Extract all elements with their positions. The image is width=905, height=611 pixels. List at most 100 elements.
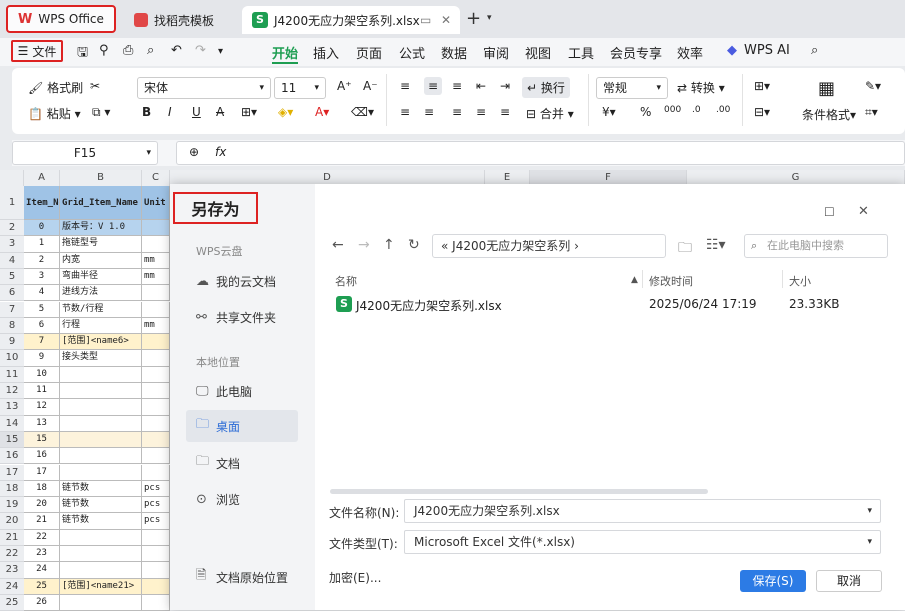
number-format-select[interactable]: 常规 ▾ (596, 77, 668, 99)
horizontal-scrollbar[interactable] (330, 489, 708, 494)
row-header[interactable]: 19 (0, 497, 24, 514)
table-cell[interactable]: 5 (24, 301, 60, 318)
table-cell[interactable] (142, 431, 170, 449)
row-header[interactable]: 20 (0, 513, 24, 530)
row-header[interactable]: 24 (0, 578, 24, 595)
table-cell[interactable] (142, 366, 170, 383)
table-cell[interactable] (60, 448, 142, 465)
table-cell[interactable]: 12 (24, 399, 60, 416)
table-cell[interactable] (142, 285, 170, 302)
font-size-select[interactable]: 11 ▾ (274, 77, 326, 99)
table-cell[interactable]: 22 (24, 529, 60, 546)
conditional-format-icon[interactable]: ▦ (818, 78, 835, 99)
table-cell[interactable] (60, 399, 142, 416)
view-mode-icon[interactable]: ☷▾ (706, 237, 726, 253)
table-cell[interactable]: mm (142, 252, 170, 269)
table-cell[interactable]: 4 (24, 285, 60, 302)
name-box[interactable]: F15 ▾ (12, 141, 158, 165)
table-cell[interactable]: 链节数 (60, 480, 142, 498)
row-header[interactable]: 25 (0, 594, 24, 611)
underline-icon[interactable]: U (192, 105, 201, 119)
table-cell[interactable]: 行程 (60, 317, 142, 335)
tab-efficiency[interactable]: 效率 (677, 43, 703, 62)
align-left-icon[interactable]: ≡ (400, 105, 410, 119)
cancel-button[interactable]: 取消 (816, 570, 882, 592)
table-cell[interactable] (142, 464, 170, 481)
outdent-icon[interactable]: ⇤ (476, 79, 486, 93)
row-header[interactable]: 3 (0, 236, 24, 253)
print-icon[interactable]: ⎙ (123, 43, 133, 58)
window-icon[interactable]: ▭ (420, 13, 431, 27)
sidebar-item-original-location[interactable]: 🗎 文档原始位置 (186, 561, 310, 593)
convert-button[interactable]: ⇄ 转换 ▾ (677, 79, 725, 96)
table-cell[interactable]: 21 (24, 513, 60, 530)
copy-icon[interactable]: ⧉ ▾ (92, 105, 110, 120)
table-cell[interactable] (142, 415, 170, 432)
cell-style-icon[interactable]: ⊟▾ (754, 105, 770, 119)
up-icon[interactable]: ↑ (383, 237, 395, 253)
align-center-icon[interactable]: ≡ (424, 105, 434, 119)
column-name[interactable]: 名称 (335, 273, 357, 289)
format-painter-button[interactable]: 🖌 格式刷 (28, 79, 83, 96)
align-top-icon[interactable]: ≡ (400, 79, 410, 93)
table-cell[interactable] (142, 301, 170, 318)
table-cell[interactable]: 链节数 (60, 497, 142, 514)
table-cell[interactable]: 拖链型号 (60, 236, 142, 253)
table-cell[interactable]: [范围]<name6> (60, 334, 142, 351)
table-cell[interactable]: 15 (24, 431, 60, 449)
formula-input[interactable]: ⊕ fx (176, 141, 905, 165)
corner-cell[interactable] (0, 170, 24, 186)
new-folder-icon[interactable]: 🗀 (678, 237, 692, 261)
table-cell[interactable] (142, 562, 170, 579)
table-cell[interactable]: 20 (24, 497, 60, 514)
save-button[interactable]: 保存(S) (740, 570, 806, 592)
path-breadcrumb[interactable]: « J4200无应力架空系列 › (432, 234, 666, 258)
table-cell[interactable]: mm (142, 317, 170, 335)
tab-wps-ai[interactable]: WPS AI (744, 43, 790, 58)
sidebar-item-this-pc[interactable]: 🖵 此电脑 (186, 375, 298, 407)
percent-icon[interactable]: % (640, 105, 651, 119)
table-cell[interactable]: 16 (24, 448, 60, 465)
tab-document[interactable]: S J4200无应力架空系列.xlsx ▭ ✕ (242, 6, 460, 34)
tab-review[interactable]: 审阅 (483, 43, 509, 62)
sidebar-item-my-cloud[interactable]: ☁ 我的云文档 (186, 265, 298, 297)
fill-icon[interactable]: ✎▾ (865, 79, 881, 93)
tab-page[interactable]: 页面 (356, 43, 382, 62)
table-cell[interactable]: 7 (24, 334, 60, 351)
tab-formula[interactable]: 公式 (399, 43, 425, 62)
row-header[interactable]: 18 (0, 480, 24, 498)
tab-member[interactable]: 会员专享 (610, 43, 662, 62)
row-header[interactable]: 10 (0, 350, 24, 367)
align-bottom-icon[interactable]: ≡ (452, 79, 462, 93)
more-icon[interactable]: ▾ (218, 46, 223, 57)
table-cell[interactable]: 13 (24, 415, 60, 432)
row-header[interactable]: 23 (0, 562, 24, 579)
bold-icon[interactable]: B (142, 105, 151, 119)
table-cell[interactable] (142, 383, 170, 400)
table-cell[interactable]: 17 (24, 464, 60, 481)
table-cell[interactable]: pcs (142, 497, 170, 514)
fill-color-icon[interactable]: ◈▾ (278, 105, 293, 119)
table-cell[interactable] (60, 562, 142, 579)
row-header[interactable]: 16 (0, 448, 24, 465)
italic-icon[interactable]: I (168, 105, 172, 119)
row-header[interactable]: 15 (0, 431, 24, 449)
file-menu-button[interactable]: ☰ 文件 (11, 40, 63, 62)
table-cell[interactable]: pcs (142, 513, 170, 530)
indent-icon[interactable]: ⇥ (500, 79, 510, 93)
increase-font-icon[interactable]: A⁺ (337, 79, 352, 93)
close-tab-icon[interactable]: ✕ (441, 13, 451, 27)
table-cell[interactable]: 进线方法 (60, 285, 142, 302)
table-cell[interactable] (60, 546, 142, 563)
table-cell[interactable] (60, 529, 142, 546)
table-cell[interactable] (142, 529, 170, 546)
column-header[interactable]: B (60, 170, 142, 186)
table-cell[interactable]: 弯曲半径 (60, 268, 142, 286)
table-style-icon[interactable]: ⊞▾ (754, 79, 770, 93)
conditional-format-button[interactable]: 条件格式▾ (802, 106, 856, 123)
print-preview-icon[interactable]: ⌕ (147, 43, 154, 58)
table-cell[interactable] (60, 431, 142, 449)
border-icon[interactable]: ⊞▾ (241, 105, 257, 119)
table-cell[interactable]: 10 (24, 366, 60, 383)
merge-button[interactable]: ⊟ 合并 ▾ (526, 105, 574, 122)
